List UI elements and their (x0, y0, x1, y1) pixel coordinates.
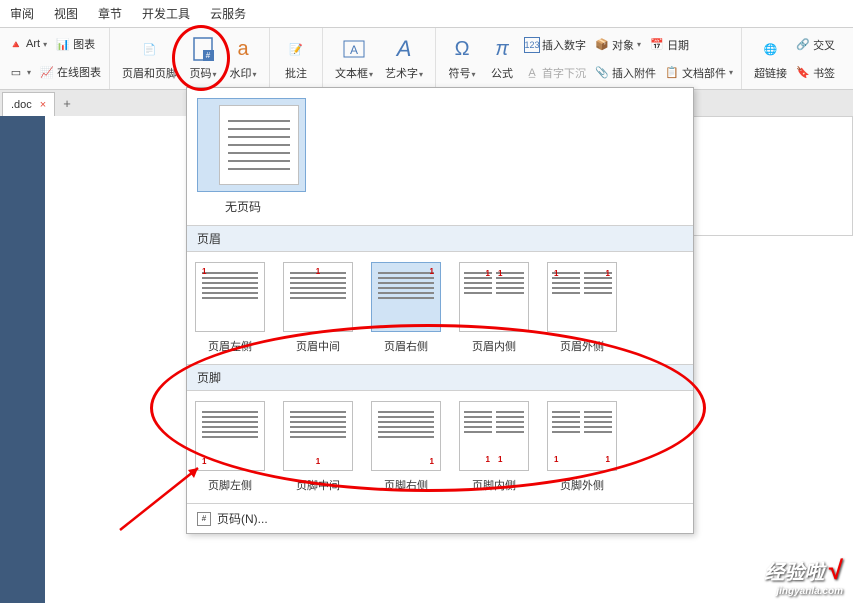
page-number-more-button[interactable]: # 页码(N)... (187, 503, 693, 533)
date-icon: 📅 (649, 37, 665, 53)
textbox-button[interactable]: A文本框▾ (329, 30, 379, 86)
cross-ref-button[interactable]: 🔗交叉 (793, 36, 837, 54)
chart-button[interactable]: 📊图表 (53, 35, 97, 53)
object-button[interactable]: 📦对象▾ (592, 36, 643, 54)
cross-icon: 🔗 (795, 37, 811, 53)
object-icon: 📦 (594, 37, 610, 53)
page-preview (693, 116, 853, 236)
online-chart-icon: 📈 (39, 64, 55, 80)
hyperlink-icon: 🌐 (757, 35, 785, 63)
date-button[interactable]: 📅日期 (647, 36, 691, 54)
online-chart-button[interactable]: 📈在线图表 (37, 63, 103, 81)
page-number-button[interactable]: #页码▾ (183, 30, 223, 86)
art-button[interactable]: 🔺Art▾ (6, 35, 49, 53)
menu-cloud[interactable]: 云服务 (210, 5, 246, 22)
chart-icon: 📊 (55, 36, 71, 52)
attachment-icon: 📎 (594, 65, 610, 81)
watermark: 经验啦 √ jingyanla.com (764, 555, 843, 597)
formula-button[interactable]: π公式 (482, 30, 522, 86)
watermark-icon: a (229, 35, 257, 63)
wordart-button[interactable]: A艺术字▾ (379, 30, 429, 86)
header-right-option[interactable]: 1 页眉右侧 (371, 262, 441, 354)
dropcap-button[interactable]: A̲首字下沉 (522, 64, 588, 82)
header-section-label: 页眉 (187, 225, 693, 252)
page-number-dropdown: 无页码 页眉 1 页眉左侧 1 页眉中间 1 页眉右侧 11 页眉内侧 11 页… (186, 87, 694, 534)
page-number-icon: # (189, 35, 217, 63)
header-footer-icon: 📄 (136, 35, 164, 63)
docparts-icon: 📋 (664, 65, 680, 81)
tab-close-button[interactable]: × (40, 99, 46, 111)
header-outer-option[interactable]: 11 页眉外侧 (547, 262, 617, 354)
footer-left-option[interactable]: 1 页脚左侧 (195, 401, 265, 493)
shape-button[interactable]: ▭▾ (6, 63, 33, 81)
menu-devtools[interactable]: 开发工具 (142, 5, 190, 22)
no-page-thumb (219, 105, 299, 185)
svg-text:#: # (206, 51, 211, 60)
dropcap-icon: A̲ (524, 65, 540, 81)
menu-chapter[interactable]: 章节 (98, 5, 122, 22)
comment-button[interactable]: 📝批注 (276, 30, 316, 86)
textbox-icon: A (340, 35, 368, 63)
footer-inner-option[interactable]: 11 页脚内侧 (459, 401, 529, 493)
number-icon: 123 (524, 37, 540, 53)
ribbon: 🔺Art▾ 📊图表 ▭▾ 📈在线图表 📄页眉和页脚 #页码▾ a水印▾ 📝批注 … (0, 28, 853, 90)
header-inner-option[interactable]: 11 页眉内侧 (459, 262, 529, 354)
svg-text:A: A (350, 43, 358, 57)
watermark-button[interactable]: a水印▾ (223, 30, 263, 86)
no-page-label: 无页码 (225, 198, 683, 215)
footer-right-option[interactable]: 1 页脚右侧 (371, 401, 441, 493)
no-page-number-option[interactable] (197, 98, 306, 192)
tab-label: .doc (11, 99, 32, 111)
formula-icon: π (488, 35, 516, 63)
hyperlink-button[interactable]: 🌐超链接 (748, 30, 793, 86)
art-icon: 🔺 (8, 36, 24, 52)
footer-outer-option[interactable]: 11 页脚外侧 (547, 401, 617, 493)
wordart-icon: A (390, 35, 418, 63)
docparts-button[interactable]: 📋文档部件▾ (662, 64, 735, 82)
insert-number-button[interactable]: 123插入数字 (522, 36, 588, 54)
footer-section-label: 页脚 (187, 364, 693, 391)
symbol-icon: Ω (448, 35, 476, 63)
bookmark-icon: 🔖 (795, 65, 811, 81)
new-tab-button[interactable]: + (63, 96, 71, 111)
comment-icon: 📝 (282, 35, 310, 63)
document-tab[interactable]: .doc × (2, 92, 55, 116)
sidebar-panel (0, 116, 45, 603)
menu-review[interactable]: 审阅 (10, 5, 34, 22)
menu-view[interactable]: 视图 (54, 5, 78, 22)
footer-center-option[interactable]: 1 页脚中间 (283, 401, 353, 493)
bookmark-button[interactable]: 🔖书签 (793, 64, 837, 82)
menu-bar: 审阅 视图 章节 开发工具 云服务 (0, 0, 853, 28)
header-left-option[interactable]: 1 页眉左侧 (195, 262, 265, 354)
attachment-button[interactable]: 📎插入附件 (592, 64, 658, 82)
header-center-option[interactable]: 1 页眉中间 (283, 262, 353, 354)
symbol-button[interactable]: Ω符号▾ (442, 30, 482, 86)
header-footer-button[interactable]: 📄页眉和页脚 (116, 30, 183, 86)
shape-icon: ▭ (8, 64, 24, 80)
page-number-more-icon: # (197, 512, 211, 526)
